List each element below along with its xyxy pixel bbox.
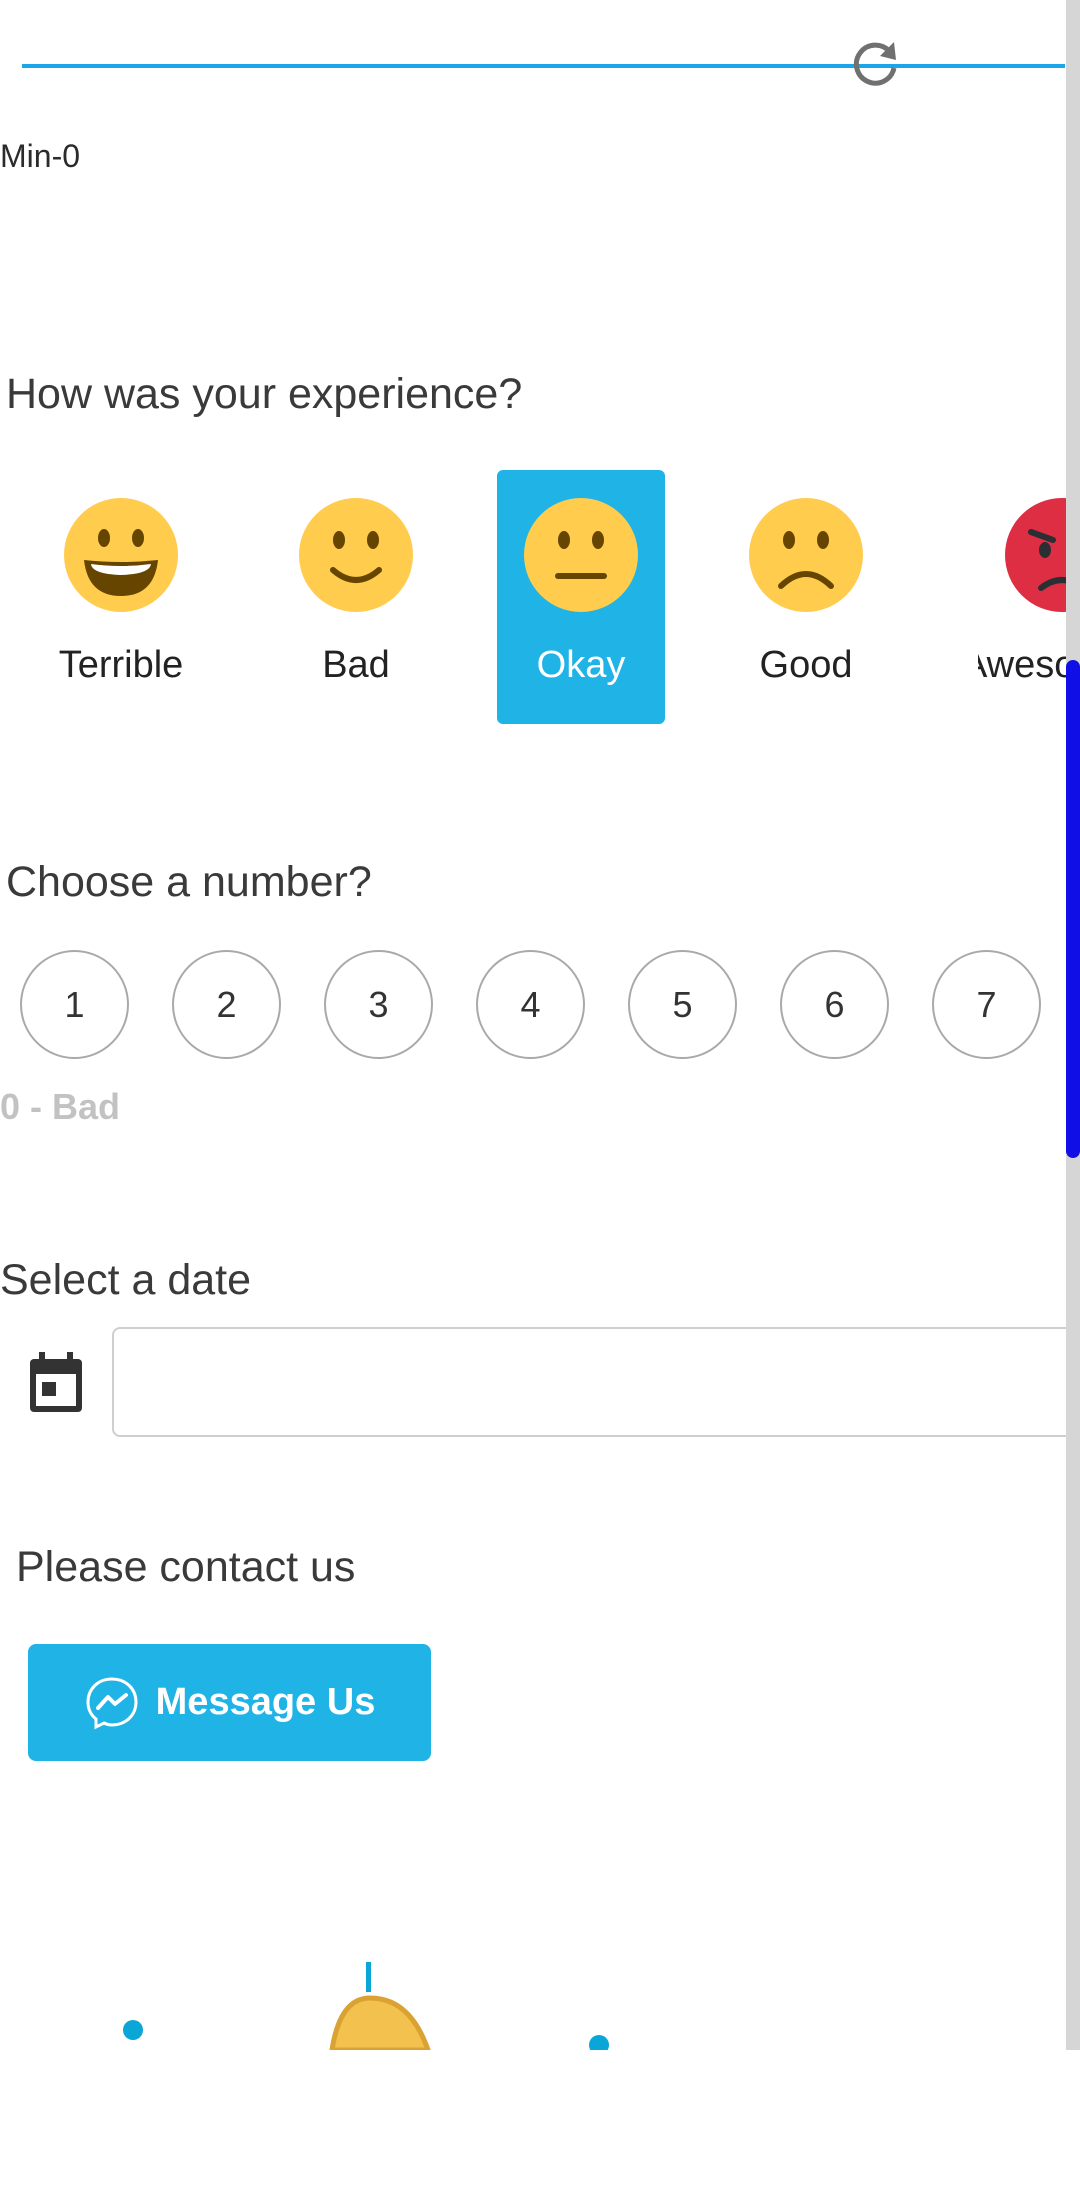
number-option-2[interactable]: 2 (172, 950, 281, 1059)
rating-label: Terrible (58, 644, 184, 686)
slightly-smiling-face-icon (299, 498, 413, 612)
rating-option-good[interactable]: Good (722, 470, 890, 724)
refresh-icon[interactable] (850, 38, 902, 90)
angry-face-icon (1005, 498, 1066, 612)
number-option-5[interactable]: 5 (628, 950, 737, 1059)
rating-option-okay[interactable]: Okay (497, 470, 665, 724)
date-input[interactable] (112, 1327, 1080, 1437)
date-question: Select a date (0, 1256, 252, 1304)
experience-rating-row: Terrible Bad Okay Good weso (0, 470, 1080, 730)
number-option-1[interactable]: 1 (20, 950, 129, 1059)
calendar-icon[interactable] (28, 1352, 84, 1414)
scale-caption: 0 - Bad (0, 1086, 121, 1127)
rating-label: Bad (322, 644, 390, 686)
frowning-face-icon (749, 498, 863, 612)
number-option-6[interactable]: 6 (780, 950, 889, 1059)
messenger-icon (86, 1676, 138, 1729)
range-slider-track[interactable] (22, 64, 1065, 68)
message-us-button[interactable]: Message Us (28, 1644, 431, 1761)
message-us-label: Message Us (155, 1681, 376, 1723)
number-option-7[interactable]: 7 (932, 950, 1041, 1059)
grinning-face-icon (64, 498, 178, 612)
rating-option-bad[interactable]: Bad (272, 470, 440, 724)
rating-option-terrible[interactable]: Terrible (37, 470, 205, 724)
number-question: Choose a number? (6, 858, 372, 906)
number-option-3[interactable]: 3 (324, 950, 433, 1059)
decorative-animation (123, 1962, 609, 2050)
rating-label: Good (759, 644, 853, 686)
neutral-face-icon (524, 498, 638, 612)
number-option-4[interactable]: 4 (476, 950, 585, 1059)
rating-option-awesome[interactable]: Awesome (978, 470, 1066, 724)
rating-label: Okay (536, 644, 626, 686)
scrollbar-thumb[interactable] (1066, 660, 1080, 1158)
slider-min-label: Min-0 (0, 138, 81, 174)
contact-question: Please contact us (16, 1543, 356, 1591)
experience-question: How was your experience? (6, 370, 523, 418)
rating-label: Awesome (978, 644, 1066, 686)
